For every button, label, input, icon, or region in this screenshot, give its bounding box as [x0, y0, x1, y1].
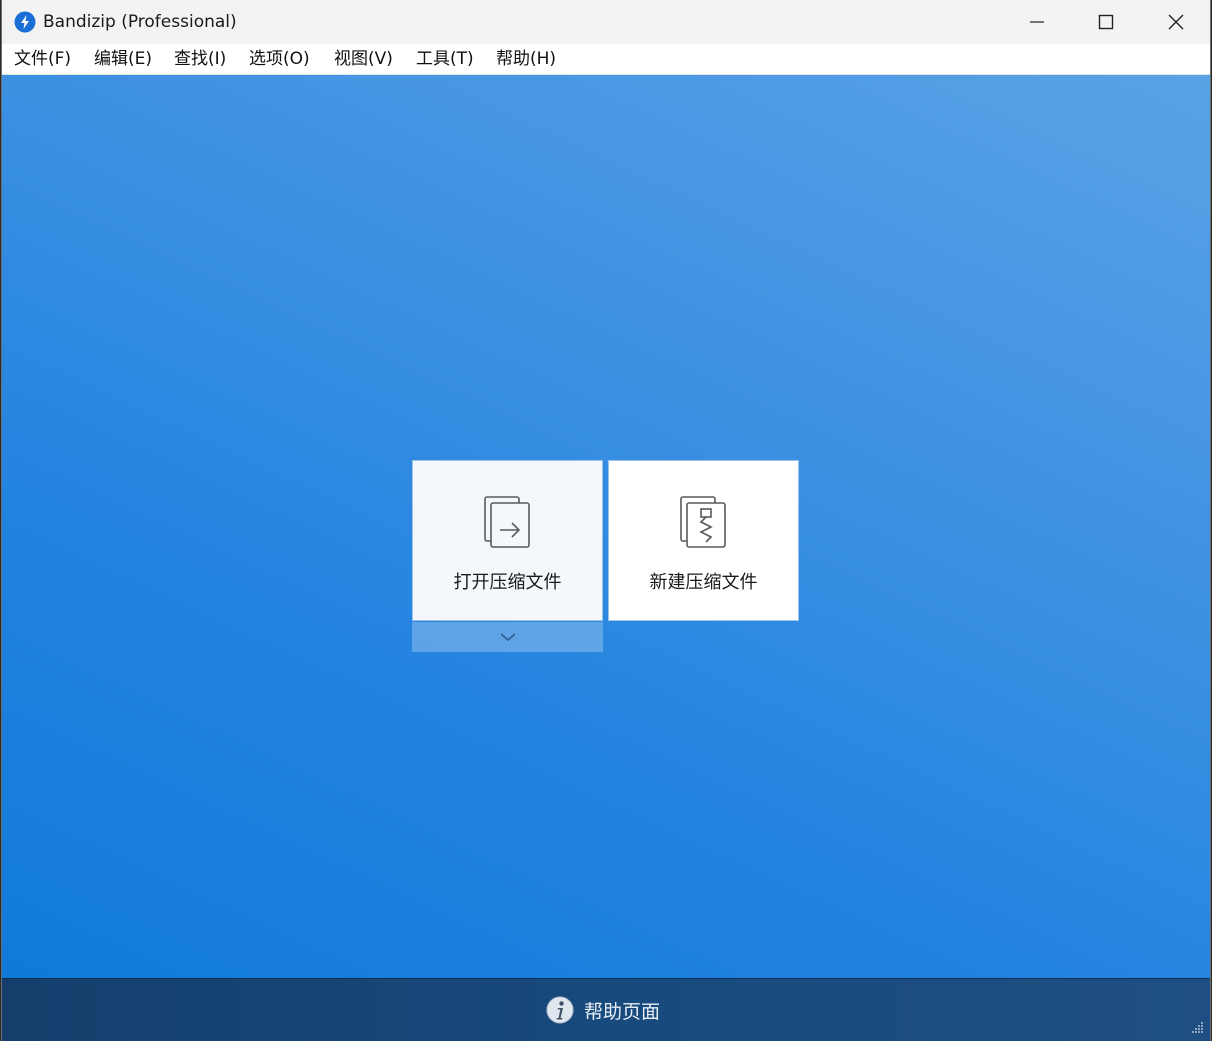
close-button[interactable]: [1141, 0, 1210, 44]
open-archive-dropdown[interactable]: [412, 622, 603, 652]
menu-edit[interactable]: 编辑(E): [92, 48, 154, 70]
close-icon: [1168, 14, 1184, 30]
new-archive-label: 新建压缩文件: [649, 572, 758, 593]
minimize-button[interactable]: [1002, 0, 1072, 44]
menu-options[interactable]: 选项(O): [247, 48, 312, 70]
info-icon: [546, 996, 574, 1024]
menu-bar: 文件(F) 编辑(E) 查找(I) 选项(O) 视图(V) 工具(T) 帮助(H…: [2, 44, 1210, 75]
help-page-link[interactable]: 帮助页面: [546, 993, 660, 1027]
new-archive-icon: [680, 496, 726, 548]
app-window: Bandizip (Professional) 文件(F) 编辑(E) 查找(I…: [1, 0, 1211, 1041]
footer-bar: 帮助页面: [2, 978, 1210, 1041]
menu-find[interactable]: 查找(I): [172, 48, 228, 70]
start-screen: 打开压缩文件 新建压缩文件: [2, 75, 1210, 978]
resize-grip-icon[interactable]: [1190, 1021, 1204, 1035]
minimize-icon: [1030, 21, 1044, 23]
bandizip-logo-icon: [14, 11, 36, 33]
menu-help[interactable]: 帮助(H): [494, 48, 558, 70]
new-archive-button[interactable]: 新建压缩文件: [608, 460, 799, 621]
menu-view[interactable]: 视图(V): [332, 48, 395, 70]
open-archive-label: 打开压缩文件: [453, 572, 562, 593]
open-archive-icon: [484, 496, 530, 548]
maximize-icon: [1098, 14, 1114, 30]
menu-tools[interactable]: 工具(T): [414, 48, 476, 70]
open-archive-button[interactable]: 打开压缩文件: [412, 460, 603, 621]
window-title: Bandizip (Professional): [43, 12, 237, 32]
title-bar[interactable]: Bandizip (Professional): [2, 0, 1210, 44]
chevron-down-icon: [499, 633, 516, 642]
maximize-button[interactable]: [1071, 0, 1141, 44]
menu-file[interactable]: 文件(F): [12, 48, 73, 70]
help-page-label: 帮助页面: [584, 1000, 661, 1023]
